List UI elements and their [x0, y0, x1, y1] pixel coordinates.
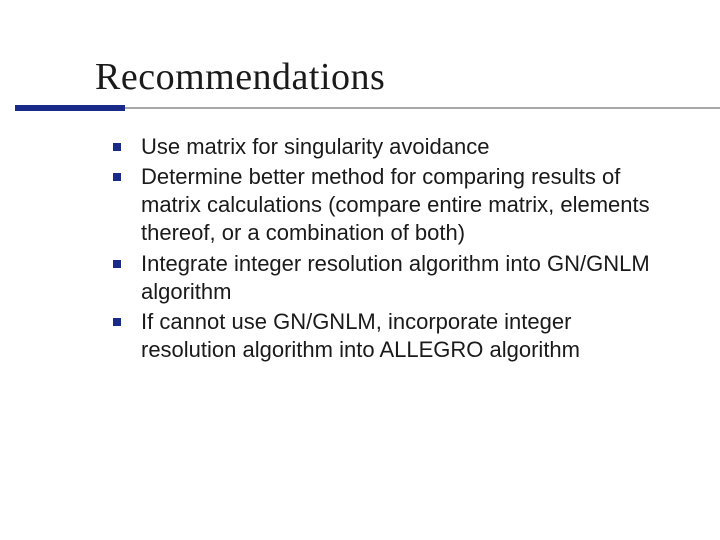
bullet-square-icon [113, 318, 121, 326]
bullet-text: If cannot use GN/GNLM, incorporate integ… [141, 309, 580, 362]
bullet-square-icon [113, 260, 121, 268]
list-item: Determine better method for comparing re… [113, 163, 670, 247]
bullet-square-icon [113, 173, 121, 181]
bullet-text: Integrate integer resolution algorithm i… [141, 251, 650, 304]
rule-blue-accent [15, 105, 125, 111]
bullet-text: Use matrix for singularity avoidance [141, 134, 489, 159]
bullet-square-icon [113, 143, 121, 151]
bullet-text: Determine better method for comparing re… [141, 164, 650, 245]
slide-title: Recommendations [95, 55, 670, 99]
list-item: Use matrix for singularity avoidance [113, 133, 670, 161]
title-underline [15, 105, 720, 111]
list-item: Integrate integer resolution algorithm i… [113, 250, 670, 306]
slide: Recommendations Use matrix for singulari… [0, 0, 720, 540]
bullet-list: Use matrix for singularity avoidance Det… [95, 133, 670, 364]
list-item: If cannot use GN/GNLM, incorporate integ… [113, 308, 670, 364]
